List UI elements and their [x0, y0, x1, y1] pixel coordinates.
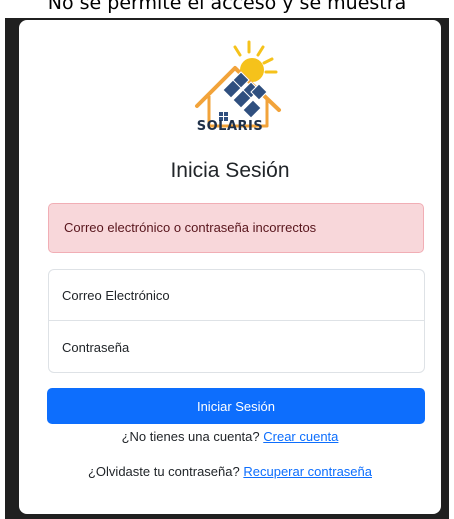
brand-name: SOLARIS: [196, 119, 264, 134]
recover-row: ¿Olvidaste tu contraseña? Recuperar cont…: [19, 464, 441, 479]
page-caption: No se permite el acceso y se muestra: [47, 0, 407, 14]
password-field[interactable]: [49, 322, 424, 373]
credentials-group: [48, 269, 425, 373]
signup-row: ¿No tienes una cuenta? Crear cuenta: [19, 429, 441, 444]
email-field[interactable]: [49, 270, 424, 321]
signup-link[interactable]: Crear cuenta: [263, 429, 338, 444]
forgot-prompt: ¿Olvidaste tu contraseña?: [87, 464, 240, 479]
page-title: Inicia Sesión: [170, 159, 290, 182]
login-card: SOLARIS Inicia Sesión Correo electrónico…: [19, 20, 441, 514]
signup-prompt: ¿No tienes una cuenta?: [121, 429, 260, 444]
recover-password-link[interactable]: Recuperar contraseña: [243, 464, 372, 479]
login-button[interactable]: Iniciar Sesión: [47, 388, 425, 424]
error-message: Correo electrónico o contraseña incorrec…: [64, 220, 317, 235]
error-alert: Correo electrónico o contraseña incorrec…: [48, 203, 424, 253]
